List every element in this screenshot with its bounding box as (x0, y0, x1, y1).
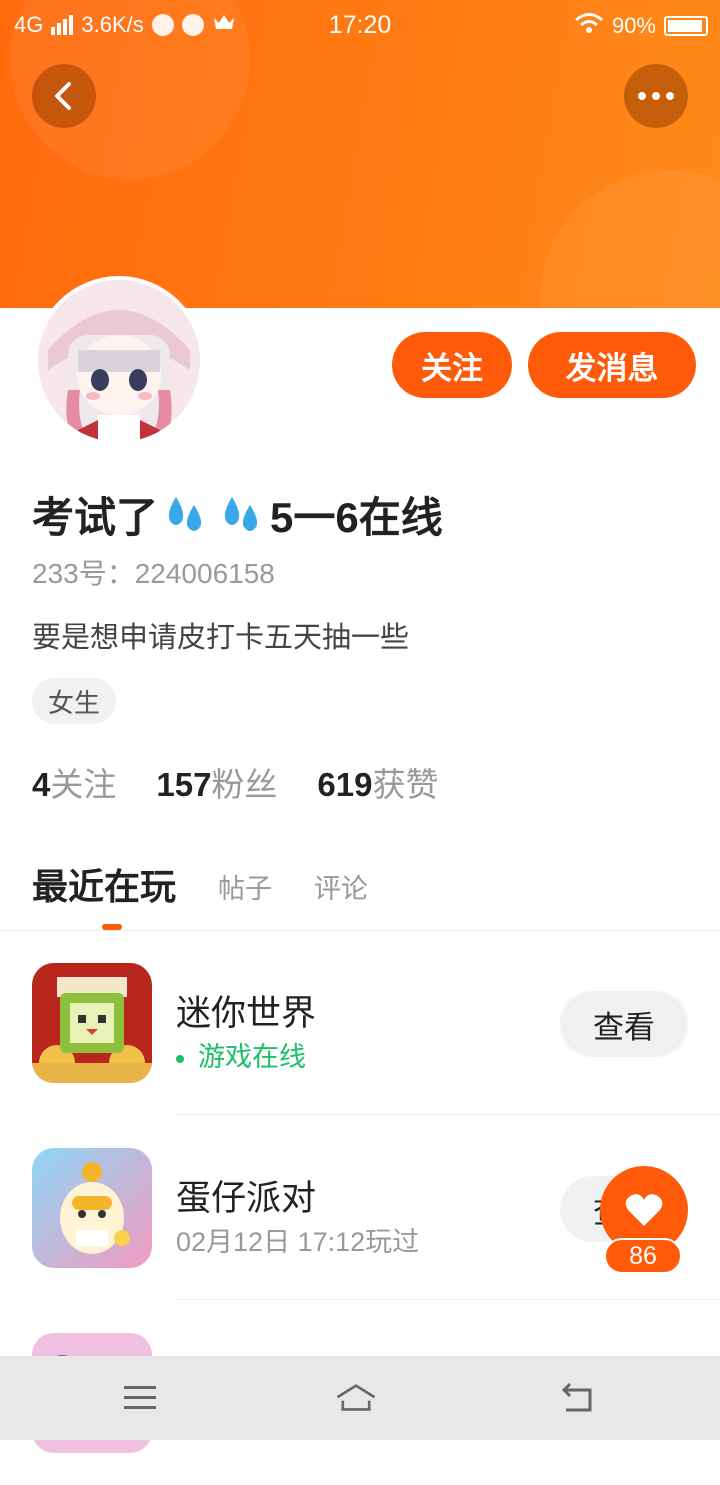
game-icon-mini-world (32, 963, 152, 1083)
following-count: 4 (32, 766, 51, 803)
followers-label: 粉丝 (211, 766, 278, 803)
followers-stat[interactable]: 157粉丝 (156, 758, 277, 806)
likes-stat[interactable]: 619获赞 (317, 758, 438, 806)
profile-header-banner: 4G 3.6K/s 17:20 90% (0, 0, 720, 308)
tab-recently-played[interactable]: 最近在玩 (32, 858, 176, 910)
follow-button[interactable]: 关注 (392, 332, 512, 398)
more-options-button[interactable] (624, 64, 688, 128)
following-label: 关注 (50, 766, 117, 803)
back-button[interactable] (32, 64, 96, 128)
following-stat[interactable]: 4关注 (32, 758, 116, 806)
user-avatar[interactable] (34, 276, 204, 446)
likes-label: 获赞 (372, 766, 439, 803)
battery-icon (664, 16, 708, 36)
game-icon-eggy-party (32, 1148, 152, 1268)
avatar-image (38, 280, 200, 442)
tab-posts[interactable]: 帖子 (218, 867, 272, 910)
home-button[interactable] (334, 1376, 378, 1420)
chevron-left-icon (55, 82, 71, 110)
battery-percent: 90% (611, 13, 656, 38)
sweat-droplets-icon (218, 495, 266, 535)
likes-count: 619 (317, 766, 373, 803)
view-game-button[interactable]: 查看 (560, 991, 688, 1057)
online-dot-icon (176, 1054, 184, 1063)
user-nickname: 考试了 5一6在线 (32, 484, 443, 545)
profile-tabs: 最近在玩 帖子 评论 (32, 858, 368, 910)
profile-stats: 4关注 157粉丝 619获赞 (32, 758, 438, 806)
return-icon (561, 1382, 592, 1412)
more-dots-icon (638, 92, 674, 100)
nickname-suffix: 5一6在线 (270, 494, 443, 541)
back-nav-button[interactable] (556, 1376, 600, 1420)
status-bar: 4G 3.6K/s 17:20 90% (0, 0, 720, 50)
user-id: 233号：224006158 (32, 558, 275, 589)
wifi-icon (574, 12, 604, 40)
home-icon (336, 1384, 376, 1411)
game-name: 迷你世界 (176, 994, 317, 1033)
user-bio: 要是想申请皮打卡五天抽一些 (32, 622, 410, 654)
game-list-item[interactable]: 迷你世界 游戏在线 查看 (0, 931, 720, 1115)
system-navigation-bar (0, 1356, 720, 1440)
game-status-text: 游戏在线 (198, 1042, 306, 1072)
menu-button[interactable] (118, 1376, 162, 1420)
send-message-button[interactable]: 发消息 (528, 332, 696, 398)
gender-tag: 女生 (32, 678, 117, 724)
followers-count: 157 (156, 766, 212, 803)
divider (176, 1299, 720, 1300)
menu-icon (124, 1386, 156, 1409)
nickname-prefix: 考试了 (32, 494, 159, 541)
header-decoration (540, 170, 720, 308)
like-count-badge: 86 (604, 1238, 682, 1274)
heart-icon (625, 1194, 663, 1226)
game-status: 游戏在线 (176, 1035, 306, 1074)
game-name: 蛋仔派对 (176, 1179, 317, 1218)
sweat-droplets-icon (162, 495, 210, 535)
divider (176, 1114, 720, 1115)
tab-comments[interactable]: 评论 (314, 867, 368, 910)
game-last-played: 02月12日 17:12玩过 (176, 1227, 420, 1257)
